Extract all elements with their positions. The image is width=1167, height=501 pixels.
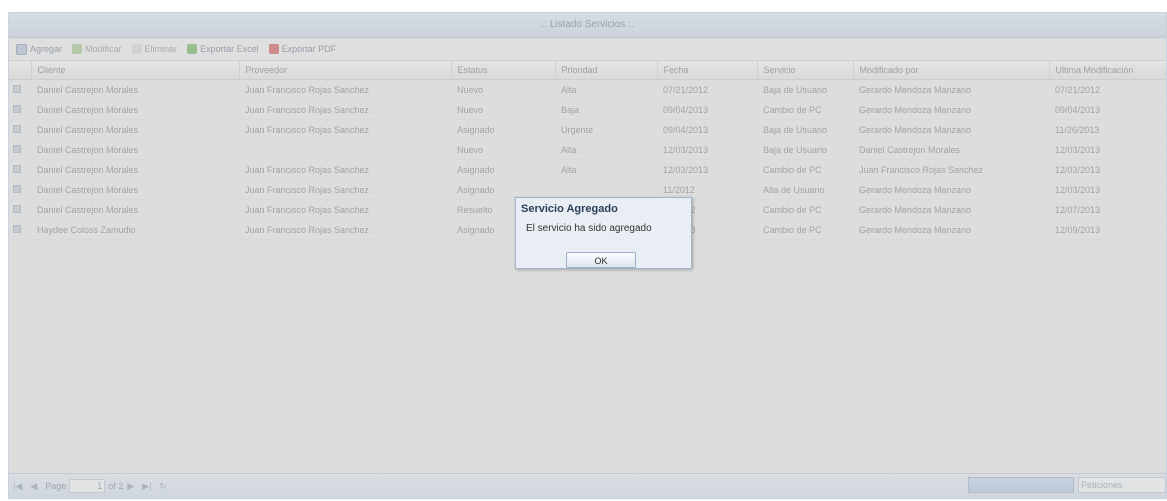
dialog-title: Servicio Agregado [521, 203, 618, 215]
ok-button[interactable]: OK [566, 252, 636, 268]
dialog-message: El servicio ha sido agregado [526, 223, 652, 234]
service-added-dialog: Servicio Agregado El servicio ha sido ag… [515, 197, 692, 269]
